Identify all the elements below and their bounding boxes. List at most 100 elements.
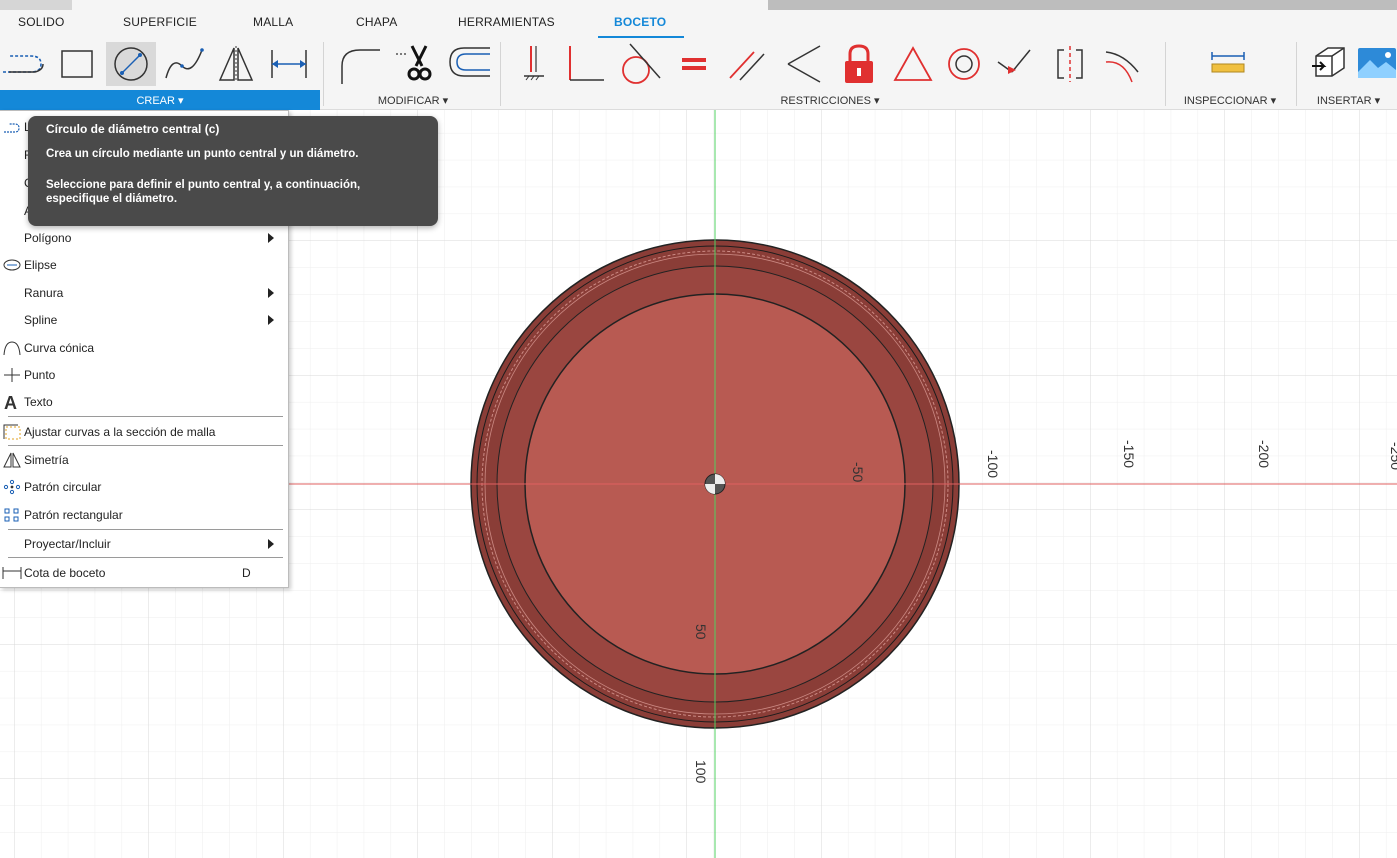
horizontal-vertical-constraint-button[interactable]: [512, 42, 556, 86]
menu-item-curva-conica[interactable]: Curva cónica: [0, 334, 288, 361]
menu-item-label: Patrón circular: [24, 479, 102, 494]
concentric-constraint-button[interactable]: [942, 42, 986, 86]
crear-menu-button[interactable]: CREAR ▾: [0, 90, 320, 110]
dimension-tool-button[interactable]: [264, 42, 314, 86]
menu-item-texto[interactable]: A Texto: [0, 388, 288, 415]
rectangular-pattern-icon: [2, 505, 22, 525]
trim-tool-button[interactable]: [390, 42, 440, 86]
restricciones-menu-button[interactable]: RESTRICCIONES ▾: [500, 90, 1160, 110]
menu-item-punto[interactable]: Punto: [0, 361, 288, 388]
modificar-menu-button[interactable]: MODIFICAR ▾: [328, 90, 498, 110]
conic-curve-icon: [2, 338, 22, 358]
tab-chapa[interactable]: CHAPA: [356, 15, 397, 29]
tab-boceto[interactable]: BOCETO: [614, 15, 666, 29]
menu-item-proyectar-incluir[interactable]: Proyectar/Incluir: [0, 530, 288, 557]
fillet-tool-button[interactable]: [334, 42, 384, 86]
fix-constraint-button[interactable]: [834, 42, 884, 86]
inspeccionar-menu-button[interactable]: INSPECCIONAR ▾: [1170, 90, 1290, 110]
tooltip-title: Círculo de diámetro central (c): [46, 122, 220, 136]
toolbar-separator: [323, 42, 324, 106]
circle-diameter-icon: [114, 47, 148, 81]
insert-image-button[interactable]: [1352, 42, 1397, 86]
tab-herramientas[interactable]: HERRAMIENTAS: [458, 15, 555, 29]
menu-item-simetria[interactable]: Simetría: [0, 446, 288, 473]
tab-solido[interactable]: SOLIDO: [18, 15, 65, 29]
axis-label-x: -50: [850, 462, 866, 482]
horizontal-vertical-icon: [524, 46, 544, 81]
curvature-constraint-button[interactable]: [1100, 42, 1144, 86]
line-icon: [2, 117, 22, 137]
symmetry-constraint-button[interactable]: [1048, 42, 1092, 86]
submenu-arrow-icon: [268, 287, 274, 298]
coincident-icon: [787, 45, 821, 83]
symmetry-constraint-icon: [1057, 46, 1083, 82]
perpendicular-constraint-button[interactable]: [560, 42, 610, 86]
toolbar-separator: [1296, 42, 1297, 106]
toolbar-separator: [1165, 42, 1166, 106]
menu-item-label: Curva cónica: [24, 340, 95, 355]
menu-item-ranura[interactable]: Ranura: [0, 279, 288, 306]
parallel-icon: [729, 51, 765, 81]
submenu-arrow-icon: [268, 538, 274, 549]
triangle-constraint-button[interactable]: [888, 42, 938, 86]
offset-tool-button[interactable]: [444, 42, 494, 86]
concentric-icon: [948, 48, 980, 80]
menu-item-label: Patrón rectangular: [24, 507, 123, 522]
fusion-sketch-workspace: SOLIDO SUPERFICIE MALLA CHAPA HERRAMIENT…: [0, 0, 1397, 858]
axis-label-x: -200: [1256, 440, 1272, 468]
menu-item-label: Spline: [24, 312, 58, 327]
tab-malla[interactable]: MALLA: [253, 15, 293, 29]
top-strip-segment: [0, 0, 72, 10]
line-tool-button[interactable]: [0, 42, 48, 86]
ellipse-icon: [2, 255, 22, 275]
text-icon: A: [2, 392, 22, 412]
tooltip-instructions: Seleccione para definir el punto central…: [46, 179, 361, 205]
midpoint-constraint-button[interactable]: [992, 42, 1036, 86]
menu-item-cota-de-boceto[interactable]: Cota de boceto D: [0, 559, 288, 586]
menu-item-spline[interactable]: Spline: [0, 306, 288, 333]
insert-image-icon: [1357, 48, 1396, 78]
axis-label-y: 100: [693, 760, 709, 784]
midpoint-icon: [997, 49, 1031, 74]
svg-text:A: A: [4, 393, 17, 411]
circle-diameter-tool-button[interactable]: [106, 42, 156, 86]
offset-icon: [449, 47, 490, 77]
menu-item-ajustar-curvas[interactable]: Ajustar curvas a la sección de malla: [0, 418, 288, 445]
coincident-constraint-button[interactable]: [778, 42, 828, 86]
mirror-tool-button[interactable]: [212, 42, 260, 86]
tab-superficie[interactable]: SUPERFICIE: [123, 15, 197, 29]
workspace-tabs: SOLIDO SUPERFICIE MALLA CHAPA HERRAMIENT…: [0, 10, 1397, 39]
rectangle-tool-button[interactable]: [54, 42, 100, 86]
measure-tool-button[interactable]: [1204, 42, 1252, 86]
axis-label-x: -250: [1388, 442, 1397, 470]
tangent-constraint-button[interactable]: [614, 42, 666, 86]
menu-item-label: Punto: [24, 367, 56, 382]
fillet-icon: [341, 49, 380, 84]
insertar-menu-button[interactable]: INSERTAR ▾: [1300, 90, 1397, 110]
menu-item-patron-circular[interactable]: Patrón circular: [0, 473, 288, 500]
menu-item-poligono[interactable]: Polígono: [0, 224, 288, 251]
perpendicular-icon: [569, 46, 604, 81]
trim-scissors-icon: [396, 45, 432, 81]
submenu-arrow-icon: [268, 314, 274, 325]
window-top-strip: [0, 0, 1397, 10]
menu-item-elipse[interactable]: Elipse: [0, 251, 288, 278]
sketch-dimension-icon: [271, 50, 307, 78]
sketch-dimension-icon: [2, 563, 22, 583]
menu-item-label: Cota de boceto: [24, 565, 106, 580]
point-icon: [2, 365, 22, 385]
menu-item-label: Polígono: [24, 230, 72, 245]
menu-item-label: Ranura: [24, 285, 64, 300]
menu-item-patron-rectangular[interactable]: Patrón rectangular: [0, 501, 288, 528]
insert-derive-button[interactable]: [1306, 42, 1350, 86]
origin-icon[interactable]: [704, 473, 726, 495]
axis-label-x: -100: [985, 450, 1001, 478]
menu-item-label: Simetría: [24, 452, 69, 467]
parallel-constraint-button[interactable]: [722, 42, 772, 86]
top-strip-segment: [768, 0, 1397, 10]
line-icon: [3, 55, 44, 73]
mirror-icon: [218, 46, 254, 82]
equal-constraint-button[interactable]: [672, 42, 716, 86]
axis-label-y: 50: [693, 624, 709, 640]
spline-tool-button[interactable]: [160, 42, 208, 86]
